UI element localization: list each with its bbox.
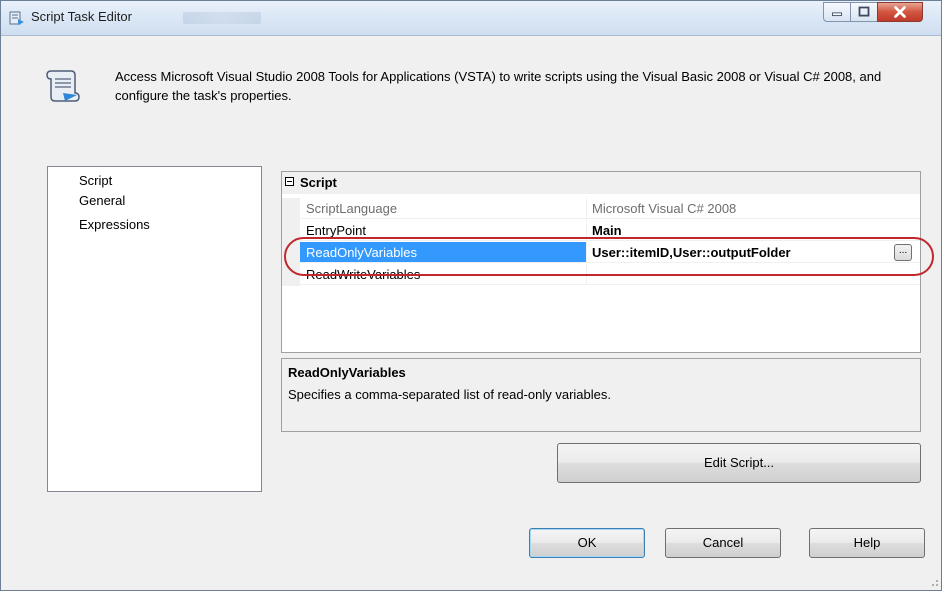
property-value: Microsoft Visual C# 2008 xyxy=(587,198,920,219)
edit-script-button[interactable]: Edit Script... xyxy=(557,443,921,483)
description-title: ReadOnlyVariables xyxy=(288,365,406,380)
minimize-button[interactable] xyxy=(823,2,851,22)
resize-grip-icon[interactable] xyxy=(927,575,939,587)
maximize-icon xyxy=(858,6,870,17)
close-icon xyxy=(894,6,906,18)
row-gutter xyxy=(282,198,300,220)
title-bar-blurred-area xyxy=(183,12,261,24)
help-button[interactable]: Help xyxy=(809,528,925,558)
property-row-readonlyvariables[interactable]: ReadOnlyVariables User::itemID,User::out… xyxy=(282,242,920,264)
collapse-icon[interactable] xyxy=(285,177,294,186)
ellipsis-button[interactable]: ... xyxy=(894,244,912,261)
cancel-button[interactable]: Cancel xyxy=(665,528,781,558)
maximize-button[interactable] xyxy=(850,2,878,22)
property-value[interactable]: User::itemID,User::outputFolder xyxy=(587,242,920,263)
script-task-editor-window: Script Task Editor Access Microsoft Visu… xyxy=(0,0,942,591)
property-name: ReadWriteVariables xyxy=(300,264,587,285)
script-task-icon xyxy=(9,11,24,25)
property-row-scriptlanguage[interactable]: ScriptLanguage Microsoft Visual C# 2008 xyxy=(282,198,920,220)
nav-item-script[interactable]: Script xyxy=(79,173,112,188)
row-gutter xyxy=(282,242,300,264)
property-value[interactable] xyxy=(587,264,920,285)
nav-item-expressions[interactable]: Expressions xyxy=(79,217,150,232)
banner-description: Access Microsoft Visual Studio 2008 Tool… xyxy=(115,69,882,103)
property-name: EntryPoint xyxy=(300,220,587,241)
title-bar[interactable]: Script Task Editor xyxy=(1,1,941,36)
close-button[interactable] xyxy=(877,2,923,22)
description-text: Specifies a comma-separated list of read… xyxy=(288,387,611,402)
category-row-script[interactable]: Script xyxy=(282,172,920,194)
property-name: ReadOnlyVariables xyxy=(300,242,587,263)
property-row-readwritevariables[interactable]: ReadWriteVariables xyxy=(282,264,920,286)
category-label: Script xyxy=(300,175,337,190)
property-row-entrypoint[interactable]: EntryPoint Main xyxy=(282,220,920,242)
property-name: ScriptLanguage xyxy=(300,198,587,219)
row-gutter xyxy=(282,220,300,242)
nav-item-general[interactable]: General xyxy=(79,193,125,208)
minimize-icon xyxy=(832,12,842,17)
row-gutter xyxy=(282,264,300,286)
property-grid: Script ScriptLanguage Microsoft Visual C… xyxy=(281,171,921,353)
property-value[interactable]: Main xyxy=(587,220,920,241)
page-navigation-list: Script General Expressions xyxy=(47,166,262,492)
property-description-panel: ReadOnlyVariables Specifies a comma-sepa… xyxy=(281,358,921,432)
script-scroll-icon xyxy=(46,70,80,102)
ok-button[interactable]: OK xyxy=(529,528,645,558)
window-title: Script Task Editor xyxy=(31,9,132,24)
